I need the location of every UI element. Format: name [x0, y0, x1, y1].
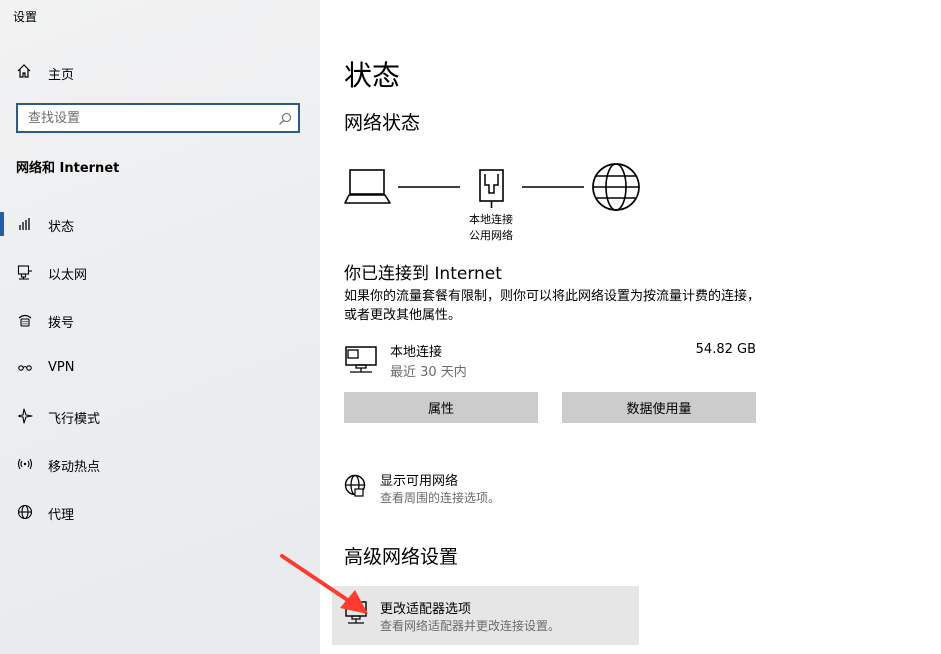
search-box[interactable] — [16, 103, 300, 133]
adapter-name: 本地连接 — [390, 345, 443, 360]
advanced-settings-heading: 高级网络设置 — [344, 546, 459, 568]
home-icon — [16, 63, 32, 83]
sidebar-item-label: VPN — [48, 360, 75, 375]
connected-heading: 你已连接到 Internet — [344, 264, 502, 284]
show-networks-subtitle: 查看周围的连接选项。 — [380, 491, 501, 505]
section-title: 网络和 Internet — [16, 161, 120, 176]
sidebar-item-status[interactable]: 状态 — [0, 200, 320, 248]
sidebar-item-airplane[interactable]: 飞行模式 — [0, 392, 320, 440]
network-diagram: 本地连接 公用网络 — [344, 160, 654, 250]
sidebar-item-label: 移动热点 — [48, 460, 101, 475]
adapter-usage-row: 本地连接 最近 30 天内 54.82 GB — [344, 340, 756, 380]
page-title: 状态 — [344, 59, 401, 92]
search-input[interactable] — [18, 105, 268, 131]
change-adapter-subtitle: 查看网络适配器并更改连接设置。 — [380, 619, 561, 633]
sidebar-item-vpn[interactable]: VPN — [0, 344, 320, 392]
diagram-connection-name: 本地连接 — [469, 213, 513, 226]
search-icon[interactable] — [278, 111, 292, 130]
selection-indicator — [0, 212, 4, 236]
globe-icon — [344, 474, 368, 502]
sidebar-item-label: 代理 — [48, 508, 75, 523]
ethernet-icon — [16, 262, 34, 282]
ethernet-port-icon — [479, 169, 504, 208]
sidebar-item-hotspot[interactable]: 移动热点 — [0, 440, 320, 488]
status-icon — [16, 214, 34, 234]
laptop-icon — [344, 169, 391, 204]
main-content: 状态 网络状态 本地连接 公用网络 你已连接到 Internet 如果你的流量套… — [320, 0, 941, 654]
vpn-icon — [16, 358, 34, 378]
adapter-period: 最近 30 天内 — [390, 365, 467, 380]
window-title: 设置 — [13, 10, 38, 24]
sidebar-item-label: 拨号 — [48, 316, 75, 331]
airplane-icon — [16, 406, 34, 426]
sidebar-nav: 状态 以太网 拨号 VPN 飞行模式 移动热点 代理 — [0, 200, 320, 536]
home-link[interactable]: 主页 — [16, 62, 74, 84]
sidebar-item-ethernet[interactable]: 以太网 — [0, 248, 320, 296]
data-usage-button[interactable]: 数据使用量 — [562, 392, 756, 423]
ethernet-adapter-icon — [344, 346, 378, 378]
data-usage-value: 54.82 GB — [695, 342, 756, 357]
metered-description: 如果你的流量套餐有限制，则你可以将此网络设置为按流量计费的连接，或者更改其他属性… — [344, 289, 761, 323]
sidebar-item-label: 飞行模式 — [48, 412, 101, 427]
adapter-icon — [344, 599, 368, 631]
sidebar-item-proxy[interactable]: 代理 — [0, 488, 320, 536]
hotspot-icon — [16, 454, 34, 474]
sidebar-item-label: 状态 — [48, 220, 75, 235]
change-adapter-options-link[interactable]: 更改适配器选项 查看网络适配器并更改连接设置。 — [332, 586, 639, 645]
show-networks-title: 显示可用网络 — [380, 474, 459, 489]
sidebar-item-dialup[interactable]: 拨号 — [0, 296, 320, 344]
internet-globe-icon — [592, 163, 640, 211]
properties-button[interactable]: 属性 — [344, 392, 538, 423]
change-adapter-title: 更改适配器选项 — [380, 602, 472, 617]
sidebar: 设置 主页 网络和 Internet 状态 以太网 — [0, 0, 320, 654]
dialup-icon — [16, 310, 34, 330]
home-label: 主页 — [48, 67, 75, 83]
network-status-heading: 网络状态 — [344, 112, 421, 134]
sidebar-item-label: 以太网 — [48, 268, 88, 283]
globe-icon — [16, 502, 34, 522]
diagram-network-type: 公用网络 — [469, 229, 513, 242]
